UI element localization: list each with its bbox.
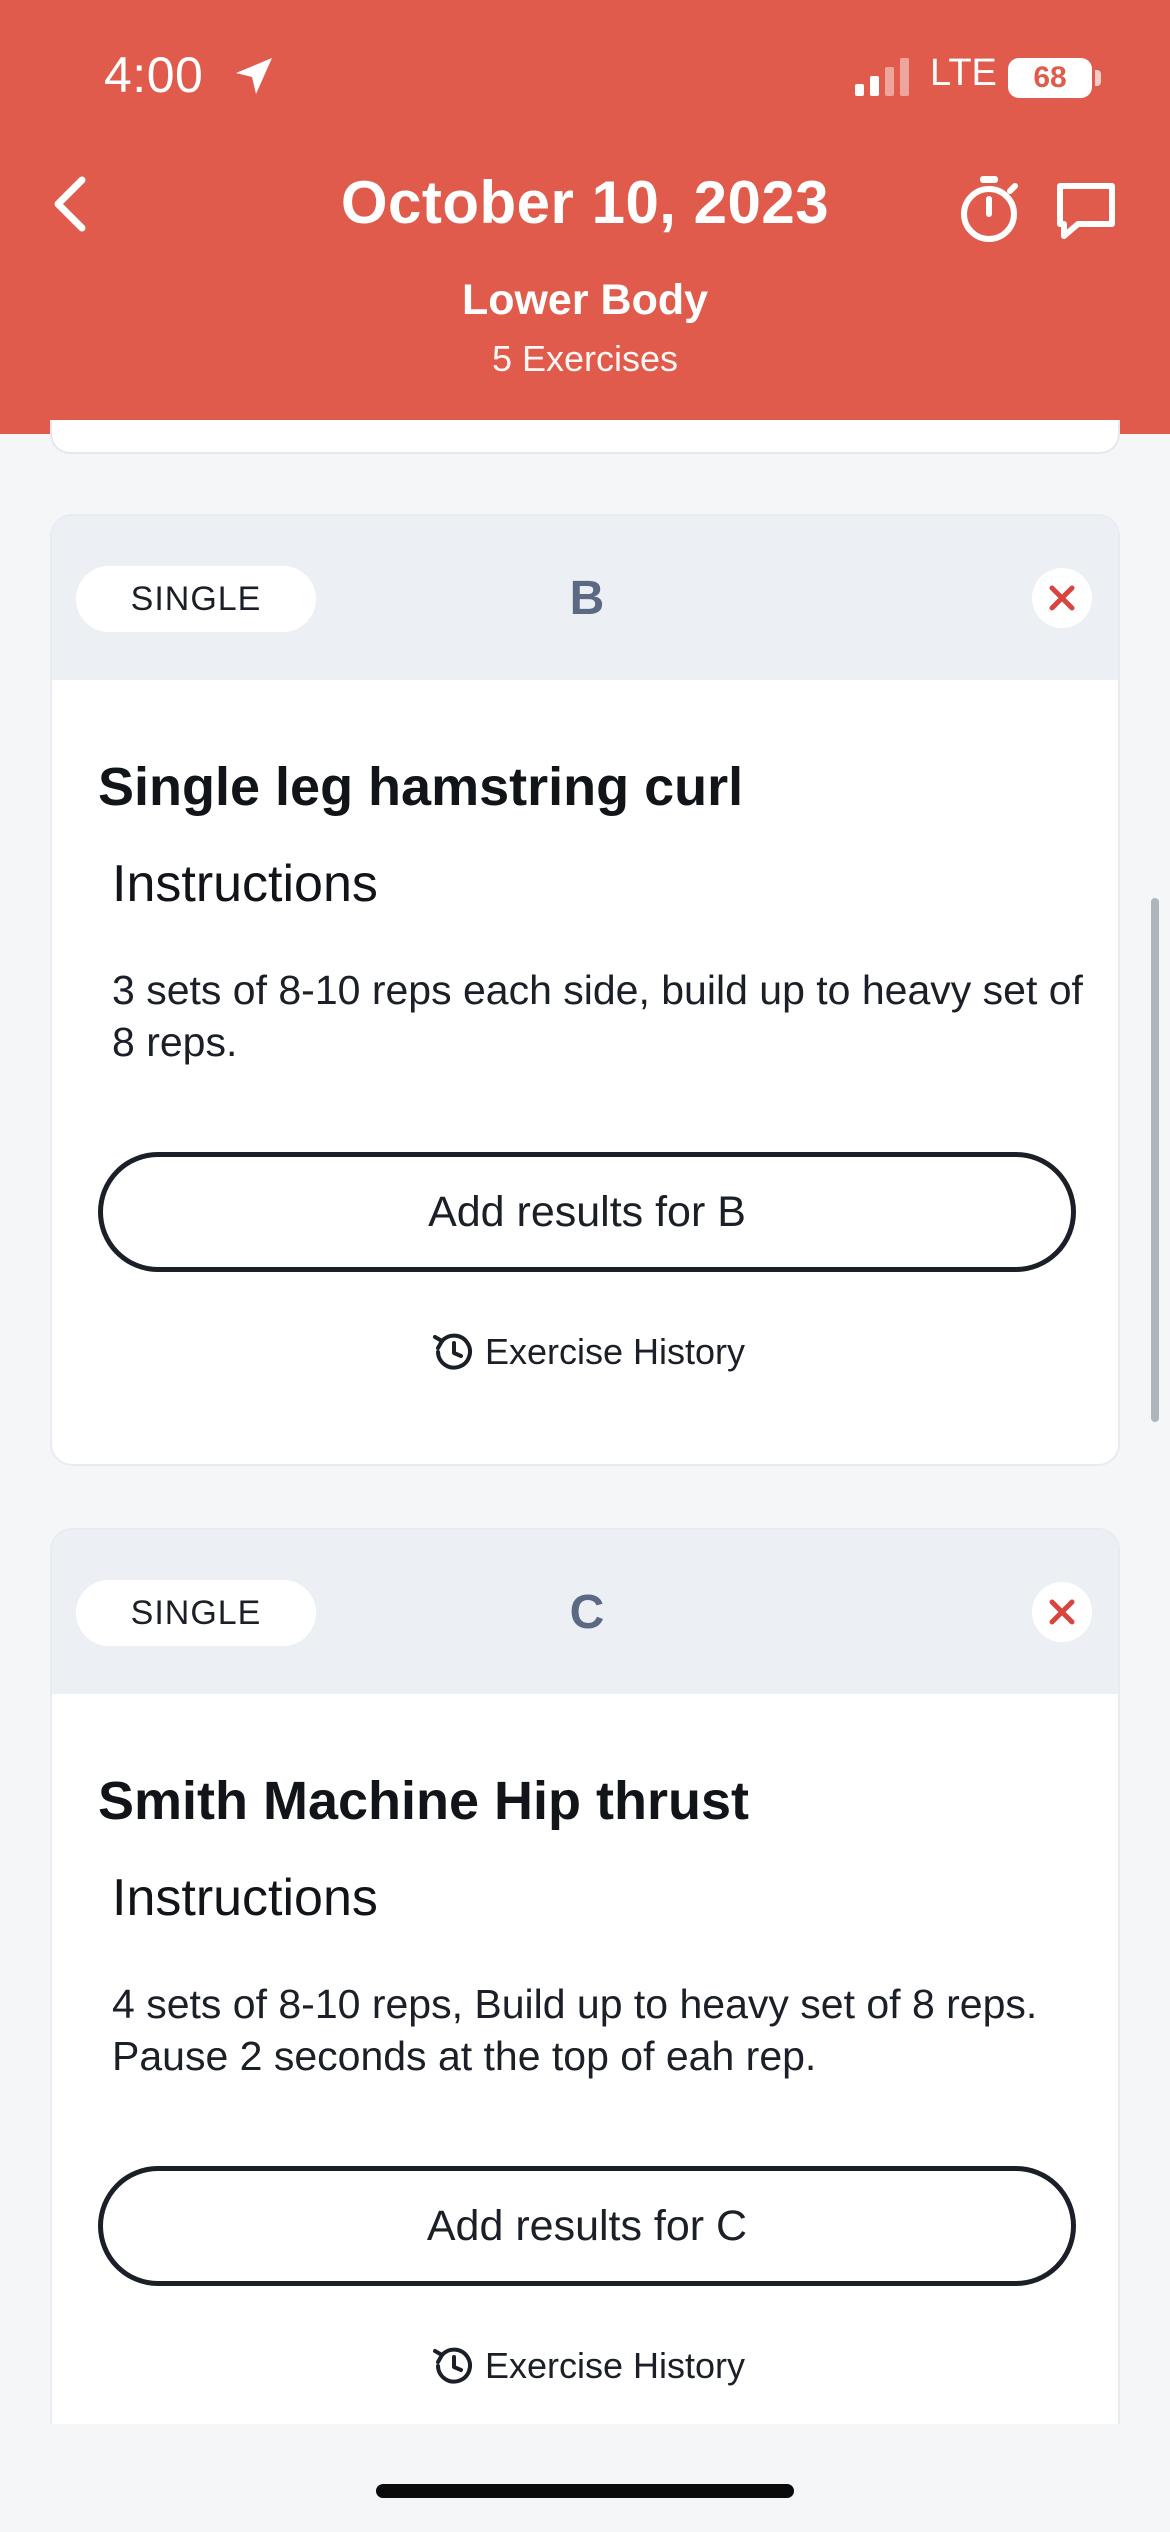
scrollbar[interactable] (1151, 898, 1159, 1422)
add-results-button[interactable]: Add results for B (98, 1152, 1076, 1272)
history-icon (432, 1333, 472, 1370)
status-bar: 4:00 LTE 68 (0, 0, 1170, 150)
exercise-count: 5 Exercises (491, 338, 679, 379)
remove-exercise-button[interactable] (1032, 568, 1092, 628)
add-results-button[interactable]: Add results for C (98, 2166, 1076, 2286)
workout-screen: 4:00 LTE 68 October 10, 2023 Lower Body … (0, 0, 1170, 2532)
header: 4:00 LTE 68 October 10, 2023 Lower Body … (0, 0, 1170, 434)
exercise-card-header: SINGLE C (52, 1530, 1118, 1694)
exercise-name: Smith Machine Hip thrust (98, 1771, 750, 1831)
close-icon (1049, 585, 1075, 611)
home-indicator[interactable] (376, 2484, 794, 2498)
status-time: 4:00 (104, 47, 204, 103)
instructions-heading: Instructions (112, 1869, 378, 1927)
instructions-text: 4 sets of 8-10 reps, Build up to heavy s… (112, 1981, 1038, 2079)
exercise-history-link[interactable]: Exercise History (52, 1322, 1118, 1382)
remove-exercise-button[interactable] (1032, 1582, 1092, 1642)
battery-icon: 68 (1008, 58, 1092, 98)
cellular-signal-icon (855, 58, 909, 96)
exercise-history-link[interactable]: Exercise History (52, 2336, 1118, 2396)
close-icon (1049, 1599, 1075, 1625)
exercise-letter: B (569, 572, 605, 625)
exercise-letter: C (569, 1586, 605, 1639)
network-type: LTE (930, 52, 997, 94)
instructions-text: 3 sets of 8-10 reps each side, build up … (112, 967, 1083, 1065)
exercise-name: Single leg hamstring curl (98, 757, 744, 817)
instructions-heading: Instructions (112, 855, 378, 913)
exercise-card-c: SINGLE C Smith Machine Hip thrust Instru… (50, 1528, 1120, 2532)
exercise-card-b: SINGLE B Single leg hamstring curl Instr… (50, 514, 1120, 1466)
workout-name: Lower Body (461, 276, 709, 324)
bottom-safe-area (0, 2424, 1170, 2532)
previous-card-edge (50, 420, 1120, 454)
exercise-card-header: SINGLE B (52, 516, 1118, 680)
history-icon (432, 2347, 472, 2384)
stopwatch-icon[interactable] (956, 174, 1022, 244)
battery-level: 68 (1033, 61, 1067, 94)
chat-bubble-icon[interactable] (1054, 178, 1118, 242)
battery-nub (1095, 70, 1101, 86)
location-arrow-icon (236, 58, 272, 94)
